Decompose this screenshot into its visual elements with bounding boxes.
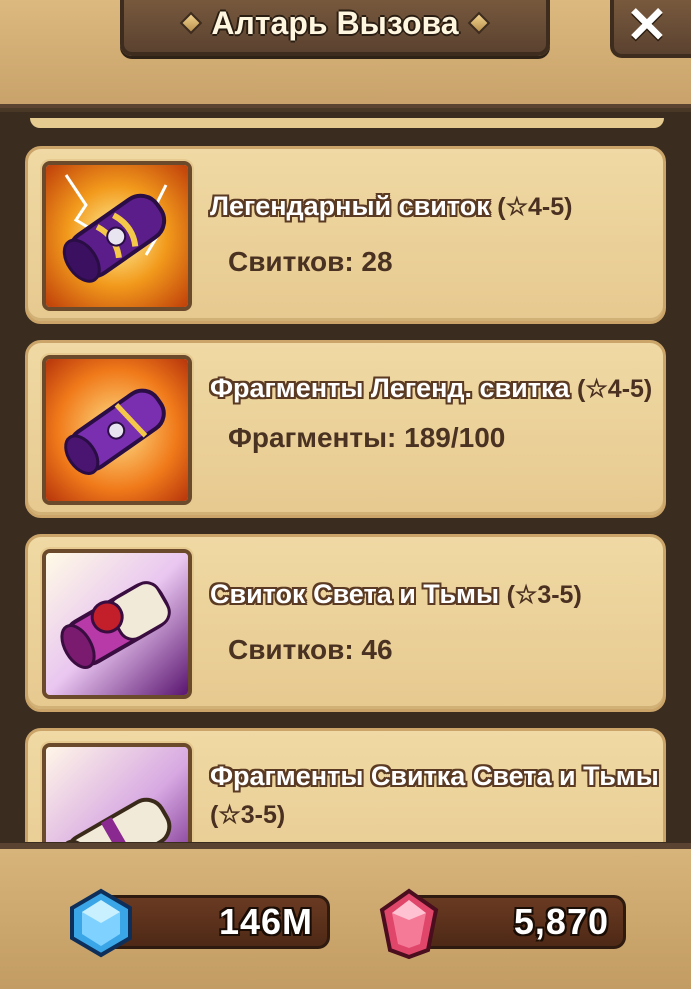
crystal-value: 5,870 bbox=[513, 901, 609, 942]
light-dark-scroll-fragment-icon bbox=[42, 743, 192, 842]
mana-value: 146M bbox=[218, 901, 313, 942]
item-name: Фрагменты Легенд. свитка bbox=[210, 373, 570, 403]
crystal-icon bbox=[379, 888, 439, 960]
scroll-edge bbox=[30, 118, 664, 128]
legendary-scroll-icon bbox=[42, 161, 192, 311]
diamond-ornament-icon bbox=[180, 11, 203, 35]
item-name: Фрагменты Свитка Света и Тьмы bbox=[210, 761, 659, 791]
page-title: Алтарь Вызова bbox=[211, 4, 459, 41]
close-button[interactable]: ✕ bbox=[610, 0, 691, 58]
item-text: Легендарный свиток (☆4-5) Свитков: 28 bbox=[210, 187, 572, 278]
item-name: Свиток Света и Тьмы bbox=[210, 579, 500, 609]
item-rank: (☆3-5) bbox=[506, 581, 582, 609]
diamond-ornament-icon bbox=[467, 11, 490, 35]
item-name-row: Фрагменты Свитка Света и Тьмы (☆3-5) bbox=[210, 757, 670, 834]
item-name: Легендарный свиток bbox=[210, 191, 490, 221]
item-text: Свиток Света и Тьмы (☆3-5) Свитков: 46 bbox=[210, 575, 582, 666]
item-name-row: Легендарный свиток (☆4-5) bbox=[210, 187, 572, 226]
scroll-list[interactable]: Легендарный свиток (☆4-5) Свитков: 28 Фр… bbox=[22, 118, 672, 842]
item-name-row: Свиток Света и Тьмы (☆3-5) bbox=[210, 575, 582, 614]
item-text: Фрагменты Легенд. свитка (☆4-5) Фрагмент… bbox=[210, 369, 670, 454]
list-item-legendary-fragments[interactable]: Фрагменты Легенд. свитка (☆4-5) Фрагмент… bbox=[25, 340, 666, 518]
list-item-legendary-scroll[interactable]: Легендарный свиток (☆4-5) Свитков: 28 bbox=[25, 146, 666, 324]
close-icon: ✕ bbox=[626, 0, 668, 53]
item-name-row: Фрагменты Легенд. свитка (☆4-5) bbox=[210, 369, 670, 408]
light-dark-scroll-icon bbox=[42, 549, 192, 699]
item-count: Свитков: 46 bbox=[228, 634, 393, 665]
item-rank: (☆4-5) bbox=[497, 193, 573, 221]
legendary-scroll-fragment-icon bbox=[42, 355, 192, 505]
item-text: Фрагменты Свитка Света и Тьмы (☆3-5) bbox=[210, 757, 670, 834]
title-plate: Алтарь Вызова bbox=[120, 0, 550, 56]
item-rank: (☆4-5) bbox=[577, 375, 653, 403]
item-count: Фрагменты: 189/100 bbox=[228, 422, 506, 453]
item-count: Свитков: 28 bbox=[228, 246, 393, 277]
list-item-light-dark-fragments[interactable]: Фрагменты Свитка Света и Тьмы (☆3-5) bbox=[25, 728, 666, 842]
mana-crystal-icon bbox=[70, 888, 132, 958]
item-rank: (☆3-5) bbox=[210, 801, 286, 829]
list-item-light-dark-scroll[interactable]: Свиток Света и Тьмы (☆3-5) Свитков: 46 bbox=[25, 534, 666, 712]
